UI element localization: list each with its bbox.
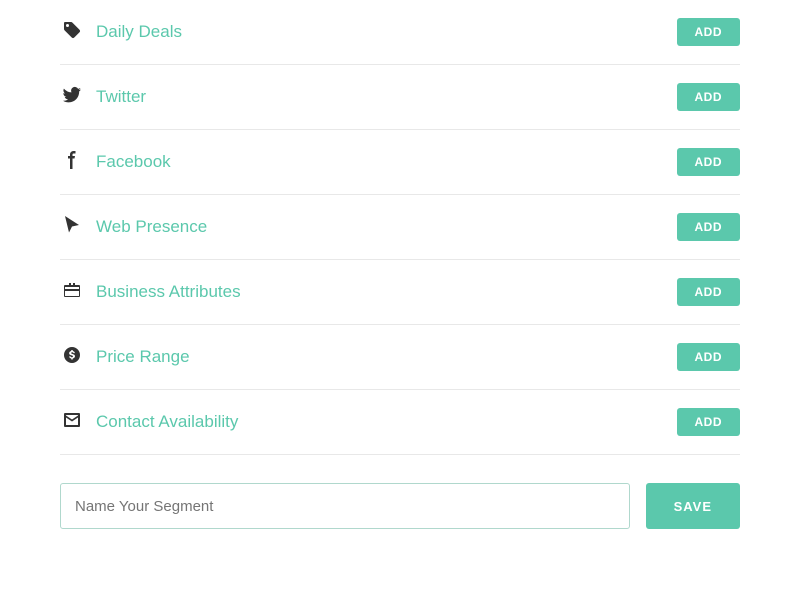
twitter-icon [60,85,84,110]
row-price-range: Price Range ADD [60,325,740,390]
add-button-contact-availability[interactable]: ADD [677,408,741,436]
row-left-daily-deals: Daily Deals [60,20,182,45]
add-button-facebook[interactable]: ADD [677,148,741,176]
row-left-twitter: Twitter [60,85,146,110]
cursor-icon [60,215,84,240]
add-button-business-attributes[interactable]: ADD [677,278,741,306]
tag-icon [60,20,84,45]
main-container: Daily Deals ADD Twitter ADD Facebook ADD We… [60,0,740,529]
row-label-daily-deals[interactable]: Daily Deals [96,22,182,42]
row-twitter: Twitter ADD [60,65,740,130]
envelope-icon [60,410,84,435]
row-label-web-presence[interactable]: Web Presence [96,217,207,237]
row-left-price-range: Price Range [60,345,190,370]
add-button-web-presence[interactable]: ADD [677,213,741,241]
rows-container: Daily Deals ADD Twitter ADD Facebook ADD We… [60,0,740,455]
add-button-twitter[interactable]: ADD [677,83,741,111]
row-label-twitter[interactable]: Twitter [96,87,146,107]
row-facebook: Facebook ADD [60,130,740,195]
row-contact-availability: Contact Availability ADD [60,390,740,455]
briefcase-icon [60,280,84,305]
row-label-business-attributes[interactable]: Business Attributes [96,282,241,302]
row-left-web-presence: Web Presence [60,215,207,240]
money-icon [60,345,84,370]
row-label-contact-availability[interactable]: Contact Availability [96,412,238,432]
save-button[interactable]: SAVE [646,483,740,529]
row-left-facebook: Facebook [60,150,171,175]
row-left-contact-availability: Contact Availability [60,410,238,435]
row-web-presence: Web Presence ADD [60,195,740,260]
segment-name-input[interactable] [60,483,630,529]
row-label-price-range[interactable]: Price Range [96,347,190,367]
row-business-attributes: Business Attributes ADD [60,260,740,325]
facebook-icon [60,150,84,175]
add-button-daily-deals[interactable]: ADD [677,18,741,46]
row-label-facebook[interactable]: Facebook [96,152,171,172]
row-left-business-attributes: Business Attributes [60,280,241,305]
row-daily-deals: Daily Deals ADD [60,0,740,65]
bottom-bar: SAVE [60,483,740,529]
add-button-price-range[interactable]: ADD [677,343,741,371]
